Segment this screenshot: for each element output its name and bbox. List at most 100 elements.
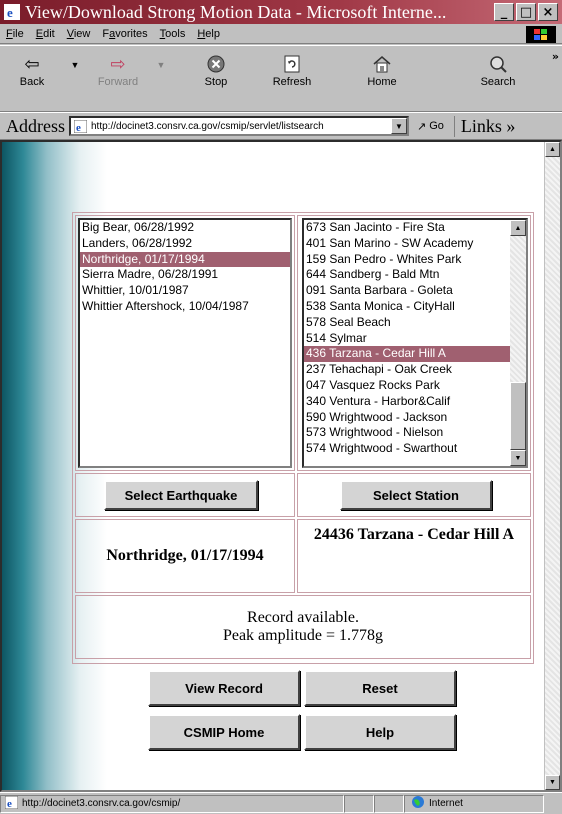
station-option[interactable]: 340 Ventura - Harbor&Calif (304, 394, 510, 410)
page-icon: e (74, 119, 88, 133)
globe-icon (411, 795, 425, 812)
toolbar-overflow-icon[interactable]: » (552, 50, 559, 63)
station-option[interactable]: 578 Seal Beach (304, 315, 510, 331)
home-button[interactable]: Home (350, 52, 414, 88)
earthquake-option[interactable]: Sierra Madre, 06/28/1991 (80, 267, 290, 283)
station-option[interactable]: 538 Santa Monica - CityHall (304, 299, 510, 315)
menu-edit[interactable]: Edit (30, 28, 61, 40)
title-bar: e View/Download Strong Motion Data - Mic… (0, 0, 562, 24)
search-label: Search (480, 76, 516, 88)
address-dropdown-icon[interactable]: ▼ (391, 118, 407, 134)
window-title: View/Download Strong Motion Data - Micro… (25, 1, 447, 22)
station-option[interactable]: 091 Santa Barbara - Goleta (304, 283, 510, 299)
scroll-thumb[interactable] (510, 382, 526, 450)
page-scroll-down-icon[interactable]: ▼ (545, 775, 560, 790)
search-button[interactable]: Search (466, 52, 530, 88)
station-option[interactable]: 159 San Pedro - Whites Park (304, 252, 510, 268)
maximize-icon[interactable]: □ (516, 3, 536, 21)
earthquake-option[interactable]: Whittier, 10/01/1987 (80, 283, 290, 299)
ie-logo-icon: e (3, 3, 21, 21)
address-input[interactable]: e http://docinet3.consrv.ca.gov/csmip/se… (69, 116, 409, 136)
station-option[interactable]: 514 Sylmar (304, 331, 510, 347)
menu-favorites[interactable]: Favorites (96, 28, 153, 40)
security-zone-pane: Internet (404, 794, 544, 813)
view-record-button[interactable]: View Record (148, 670, 300, 706)
menu-file[interactable]: File (0, 28, 30, 40)
page-status-icon: e (4, 795, 19, 812)
back-button[interactable]: ⇦ Back (0, 52, 64, 89)
windows-logo-icon (526, 26, 556, 43)
minimize-icon[interactable]: _ (494, 3, 514, 21)
station-option[interactable]: 237 Tehachapi - Oak Creek (304, 362, 510, 378)
scroll-up-icon[interactable]: ▲ (510, 220, 526, 236)
select-earthquake-button[interactable]: Select Earthquake (104, 480, 258, 510)
record-status-cell: Record available. Peak amplitude = 1.778… (75, 595, 531, 659)
forward-button[interactable]: ⇨ Forward (86, 52, 150, 89)
forward-dropdown-icon[interactable]: ▼ (150, 52, 172, 70)
search-form-table: Big Bear, 06/28/1992 Landers, 06/28/1992 N… (72, 212, 534, 664)
earthquake-option[interactable]: Landers, 06/28/1992 (80, 236, 290, 252)
status-pane-empty-1 (344, 794, 374, 813)
go-arrow-icon: ↗ (417, 119, 427, 133)
standard-toolbar: ⇦ Back ▼ ⇨ Forward ▼ Stop Refresh Home S… (0, 45, 562, 112)
earthquake-listbox[interactable]: Big Bear, 06/28/1992 Landers, 06/28/1992 N… (78, 218, 292, 468)
go-label: Go (429, 120, 444, 132)
menu-bar: File Edit View Favorites Tools Help (0, 24, 562, 44)
earthquake-list-cell: Big Bear, 06/28/1992 Landers, 06/28/1992 N… (75, 215, 295, 471)
go-button[interactable]: ↗ Go (417, 120, 444, 133)
refresh-button[interactable]: Refresh (260, 52, 324, 88)
earthquake-option[interactable]: Big Bear, 06/28/1992 (80, 220, 290, 236)
selected-station-cell: 24436 Tarzana - Cedar Hill A (297, 519, 531, 593)
earthquake-option[interactable]: Whittier Aftershock, 10/04/1987 (80, 299, 290, 315)
station-button-cell: Select Station (297, 473, 531, 517)
refresh-label: Refresh (272, 76, 312, 88)
station-option[interactable]: 401 San Marino - SW Academy (304, 236, 510, 252)
station-list-scrollbar[interactable]: ▲ ▼ (510, 220, 526, 466)
back-label: Back (19, 76, 45, 88)
station-option[interactable]: 573 Wrightwood - Nielson (304, 425, 510, 441)
peak-amplitude: Peak amplitude = 1.778g (222, 627, 384, 644)
station-option[interactable]: 436 Tarzana - Cedar Hill A (304, 346, 510, 363)
address-url: http://docinet3.consrv.ca.gov/csmip/serv… (91, 120, 324, 132)
back-arrow-icon: ⇦ (24, 53, 40, 75)
links-bar[interactable]: Links » (453, 115, 515, 137)
menu-help[interactable]: Help (191, 28, 226, 40)
earthquake-option[interactable]: Northridge, 01/17/1994 (80, 251, 290, 268)
selected-earthquake: Northridge, 01/17/1994 (106, 547, 264, 564)
menu-view[interactable]: View (61, 28, 97, 40)
earthquake-button-cell: Select Earthquake (75, 473, 295, 517)
forward-label: Forward (97, 76, 139, 88)
home-label: Home (367, 76, 397, 88)
scroll-down-icon[interactable]: ▼ (510, 450, 526, 466)
selected-station: 24436 Tarzana - Cedar Hill A (313, 526, 515, 543)
home-icon (372, 52, 392, 76)
close-icon[interactable]: × (538, 3, 558, 21)
search-icon (488, 52, 508, 76)
select-station-button[interactable]: Select Station (340, 480, 492, 510)
status-url-pane: e http://docinet3.consrv.ca.gov/csmip/ (0, 794, 344, 813)
page-viewport: Big Bear, 06/28/1992 Landers, 06/28/1992 N… (0, 140, 562, 792)
forward-arrow-icon: ⇨ (110, 53, 126, 75)
svg-text:e: e (76, 122, 81, 133)
station-option[interactable]: 590 Wrightwood - Jackson (304, 410, 510, 426)
svg-text:e: e (7, 5, 13, 20)
page-scrollbar[interactable]: ▲ ▼ (544, 142, 560, 790)
svg-text:e: e (7, 798, 12, 809)
station-listbox[interactable]: 673 San Jacinto - Fire Sta 401 San Marino… (302, 218, 528, 468)
refresh-icon (284, 52, 300, 76)
page-scroll-up-icon[interactable]: ▲ (545, 142, 560, 157)
csmip-home-button[interactable]: CSMIP Home (148, 714, 300, 750)
back-dropdown-icon[interactable]: ▼ (64, 52, 86, 70)
station-option[interactable]: 673 San Jacinto - Fire Sta (304, 220, 510, 236)
selected-earthquake-cell: Northridge, 01/17/1994 (75, 519, 295, 593)
menu-tools[interactable]: Tools (154, 28, 192, 40)
station-option[interactable]: 047 Vasquez Rocks Park (304, 378, 510, 394)
status-bar: e http://docinet3.consrv.ca.gov/csmip/ I… (0, 792, 562, 814)
help-button[interactable]: Help (304, 714, 456, 750)
address-label: Address (6, 115, 65, 136)
reset-button[interactable]: Reset (304, 670, 456, 706)
station-option[interactable]: 574 Wrightwood - Swarthout (304, 441, 510, 457)
station-option[interactable]: 644 Sandberg - Bald Mtn (304, 267, 510, 283)
address-bar: Address e http://docinet3.consrv.ca.gov/… (0, 112, 562, 140)
stop-button[interactable]: Stop (184, 52, 248, 88)
